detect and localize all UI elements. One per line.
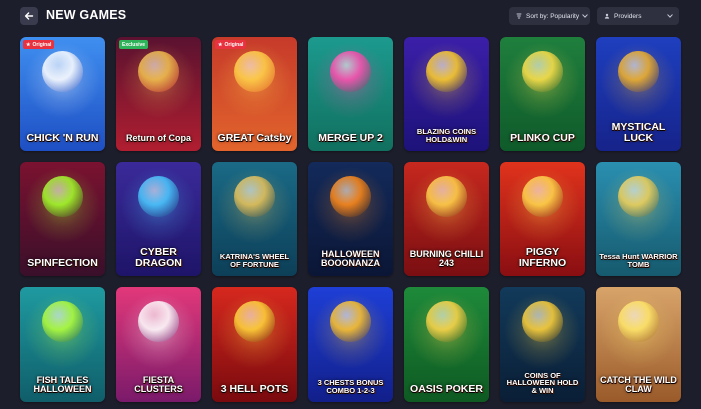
game-emblem	[330, 301, 371, 342]
game-emblem	[426, 51, 467, 92]
star-icon: ★	[26, 41, 31, 48]
badge-label: Original	[32, 41, 52, 48]
game-emblem	[522, 301, 563, 342]
game-card[interactable]: Tessa Hunt WARRIOR TOMB	[596, 162, 681, 276]
chevron-down-icon	[667, 14, 673, 18]
game-title: BLAZING COINS HOLD&WIN	[416, 127, 477, 144]
original-badge: ★ Original	[23, 40, 55, 49]
game-title: FIESTA CLUSTERS	[134, 375, 183, 394]
badge-label: Exclusive	[122, 41, 146, 48]
game-card[interactable]: BURNING CHILLI 243	[404, 162, 489, 276]
game-emblem	[234, 176, 275, 217]
game-title: CATCH THE WILD CLAW	[600, 375, 677, 394]
game-card[interactable]: Return of Copa Exclusive	[116, 37, 201, 151]
game-emblem	[522, 51, 563, 92]
chevron-down-icon	[582, 14, 588, 18]
game-title: PLINKO CUP	[510, 131, 575, 144]
sort-icon	[516, 13, 522, 19]
game-card[interactable]: MYSTICAL LUCK	[596, 37, 681, 151]
game-emblem	[234, 301, 275, 342]
game-title: 3 HELL POTS	[220, 382, 289, 395]
sort-label: Sort by: Popularity	[526, 12, 580, 20]
arrow-left-icon	[24, 12, 34, 20]
game-emblem	[42, 176, 83, 217]
game-title: PIGGY INFERNO	[518, 246, 567, 269]
game-emblem	[330, 51, 371, 92]
back-button[interactable]	[20, 7, 38, 25]
game-card[interactable]: SPINFECTION	[20, 162, 105, 276]
game-title: FISH TALES HALLOWEEN	[33, 375, 92, 394]
providers-label: Providers	[614, 12, 642, 20]
game-title: COINS OF HALLOWEEN HOLD & WIN	[506, 370, 579, 395]
game-emblem	[426, 176, 467, 217]
game-emblem	[618, 51, 659, 92]
game-card[interactable]: PLINKO CUP	[500, 37, 585, 151]
game-card[interactable]: FIESTA CLUSTERS	[116, 287, 201, 402]
game-emblem	[138, 301, 179, 342]
game-emblem	[42, 301, 83, 342]
game-title: SPINFECTION	[27, 256, 98, 269]
game-card[interactable]: 3 CHESTS BONUS COMBO 1-2-3	[308, 287, 393, 402]
original-badge: ★ Original	[215, 40, 247, 49]
game-title: CYBER DRAGON	[135, 246, 182, 269]
game-card[interactable]: CATCH THE WILD CLAW	[596, 287, 681, 402]
game-card[interactable]: PIGGY INFERNO	[500, 162, 585, 276]
game-title: KATRINA'S WHEEL OF FORTUNE	[219, 252, 290, 269]
game-card[interactable]: COINS OF HALLOWEEN HOLD & WIN	[500, 287, 585, 402]
game-emblem	[234, 51, 275, 92]
exclusive-badge: Exclusive	[119, 40, 149, 49]
game-card[interactable]: OASIS POKER	[404, 287, 489, 402]
header: NEW GAMES Sort by: Popularity Providers	[0, 0, 701, 34]
game-title: MERGE UP 2	[318, 131, 383, 144]
game-title: BURNING CHILLI 243	[409, 249, 484, 268]
game-title: GREAT Catsby	[217, 131, 292, 144]
game-card[interactable]: BLAZING COINS HOLD&WIN	[404, 37, 489, 151]
game-card[interactable]: KATRINA'S WHEEL OF FORTUNE	[212, 162, 297, 276]
game-card[interactable]: 3 HELL POTS	[212, 287, 297, 402]
game-card[interactable]: GREAT Catsby ★ Original	[212, 37, 297, 151]
badge-label: Original	[224, 41, 244, 48]
game-emblem	[426, 301, 467, 342]
game-title: CHICK 'N RUN	[26, 131, 99, 144]
game-emblem	[618, 176, 659, 217]
sort-dropdown[interactable]: Sort by: Popularity	[509, 7, 590, 25]
game-title: Return of Copa	[126, 133, 191, 143]
game-card[interactable]: CYBER DRAGON	[116, 162, 201, 276]
game-card[interactable]: HALLOWEEN BOOONANZA	[308, 162, 393, 276]
providers-dropdown[interactable]: Providers	[597, 7, 679, 25]
game-card[interactable]: MERGE UP 2	[308, 37, 393, 151]
user-icon	[604, 13, 610, 19]
game-title: MYSTICAL LUCK	[611, 121, 666, 144]
game-card[interactable]: FISH TALES HALLOWEEN	[20, 287, 105, 402]
game-emblem	[618, 301, 659, 342]
game-emblem	[330, 176, 371, 217]
star-icon: ★	[218, 41, 223, 48]
game-emblem	[42, 51, 83, 92]
game-title: HALLOWEEN BOOONANZA	[321, 249, 380, 268]
game-title: 3 CHESTS BONUS COMBO 1-2-3	[317, 378, 384, 395]
page-title: NEW GAMES	[46, 8, 127, 22]
game-emblem	[522, 176, 563, 217]
game-card[interactable]: CHICK 'N RUN ★ Original	[20, 37, 105, 151]
game-emblem	[138, 51, 179, 92]
game-emblem	[138, 176, 179, 217]
game-title: OASIS POKER	[410, 382, 483, 395]
game-title: Tessa Hunt WARRIOR TOMB	[599, 252, 678, 269]
